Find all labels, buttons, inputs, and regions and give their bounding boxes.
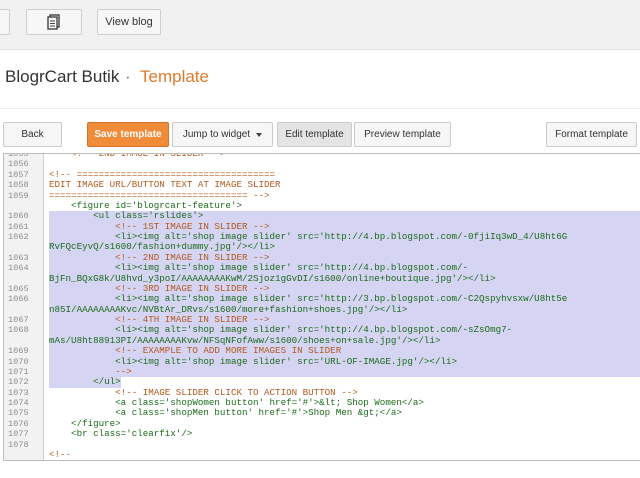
code-text: EDIT IMAGE URL/BUTTON TEXT AT IMAGE SLID… (49, 179, 281, 191)
code-text: <br class='clearfix'/> (49, 428, 193, 440)
line-number: 1077 (8, 429, 29, 440)
line-number: 1065 (8, 283, 29, 294)
code-text: <!-- EXAMPLE TO ADD MORE IMAGES IN SLIDE… (49, 345, 640, 357)
line-number: 1059 (8, 190, 29, 201)
code-text: <li><img alt='shop image slider' src='UR… (49, 356, 640, 367)
code-line[interactable]: 1058 EDIT IMAGE URL/BUTTON TEXT AT IMAGE … (4, 179, 640, 191)
line-number: 1057 (8, 169, 29, 180)
line-number: 1068 (8, 325, 29, 336)
line-number: 1064 (8, 263, 29, 274)
document-icon (47, 14, 60, 30)
jump-to-widget-label: Jump to widget (182, 129, 251, 140)
line-number: 1062 (8, 232, 29, 242)
code-line[interactable]: 1077 <br class='clearfix'/> (4, 428, 640, 440)
blog-name: BlogrCart Butik (5, 67, 120, 86)
line-number: 1070 (8, 356, 29, 367)
code-editor[interactable]: 1055 <!-- 2ND IMAGE IN SLIDER --> 1056 105… (3, 153, 640, 461)
code-text: <li><img alt='shop image slider' src='ht… (49, 262, 640, 274)
line-number: 1078 (8, 439, 29, 450)
top-bar: View blog (0, 0, 640, 50)
page-title: Template (140, 67, 209, 86)
line-number: 1073 (8, 387, 29, 398)
line-number: 1058 (8, 180, 29, 191)
code-lines: 1055 <!-- 2ND IMAGE IN SLIDER --> 1056 105… (4, 154, 640, 460)
line-number: 1066 (8, 294, 29, 305)
code-line[interactable]: 1069 <!-- EXAMPLE TO ADD MORE IMAGES IN … (4, 345, 640, 357)
back-button[interactable]: Back (3, 122, 62, 147)
line-number: 1075 (8, 408, 29, 419)
chevron-down-icon (256, 132, 263, 137)
line-number: 1061 (8, 221, 29, 232)
back-nav-button[interactable] (0, 9, 10, 35)
title-separator: · (125, 67, 131, 86)
line-number: 1076 (8, 418, 29, 429)
code-text: <!-- (49, 448, 77, 460)
line-number: 1063 (8, 252, 29, 263)
line-number: 1067 (8, 315, 29, 325)
code-line[interactable]: 1078 (4, 440, 640, 450)
code-line[interactable]: 1064 <li><img alt='shop image slider' sr… (4, 262, 640, 274)
page-header: BlogrCart Butik · Template (0, 51, 640, 109)
line-number: 1060 (8, 211, 29, 222)
code-text: --> (49, 366, 640, 378)
format-template-button[interactable]: Format template (546, 122, 637, 147)
line-number: 1071 (8, 366, 29, 377)
line-number: 1056 (8, 159, 29, 170)
preview-template-button[interactable]: Preview template (354, 122, 451, 147)
jump-to-widget-dropdown[interactable]: Jump to widget (172, 122, 273, 147)
line-number: 1069 (8, 346, 29, 357)
code-line[interactable]: <!-- (4, 448, 640, 460)
save-template-button[interactable]: Save template (87, 122, 169, 147)
line-number: 1072 (8, 377, 29, 388)
page-bottom (0, 462, 640, 478)
edit-template-button[interactable]: Edit template (277, 122, 352, 147)
document-button[interactable] (26, 9, 82, 35)
line-number: 1074 (8, 398, 29, 408)
view-blog-button[interactable]: View blog (97, 9, 161, 35)
